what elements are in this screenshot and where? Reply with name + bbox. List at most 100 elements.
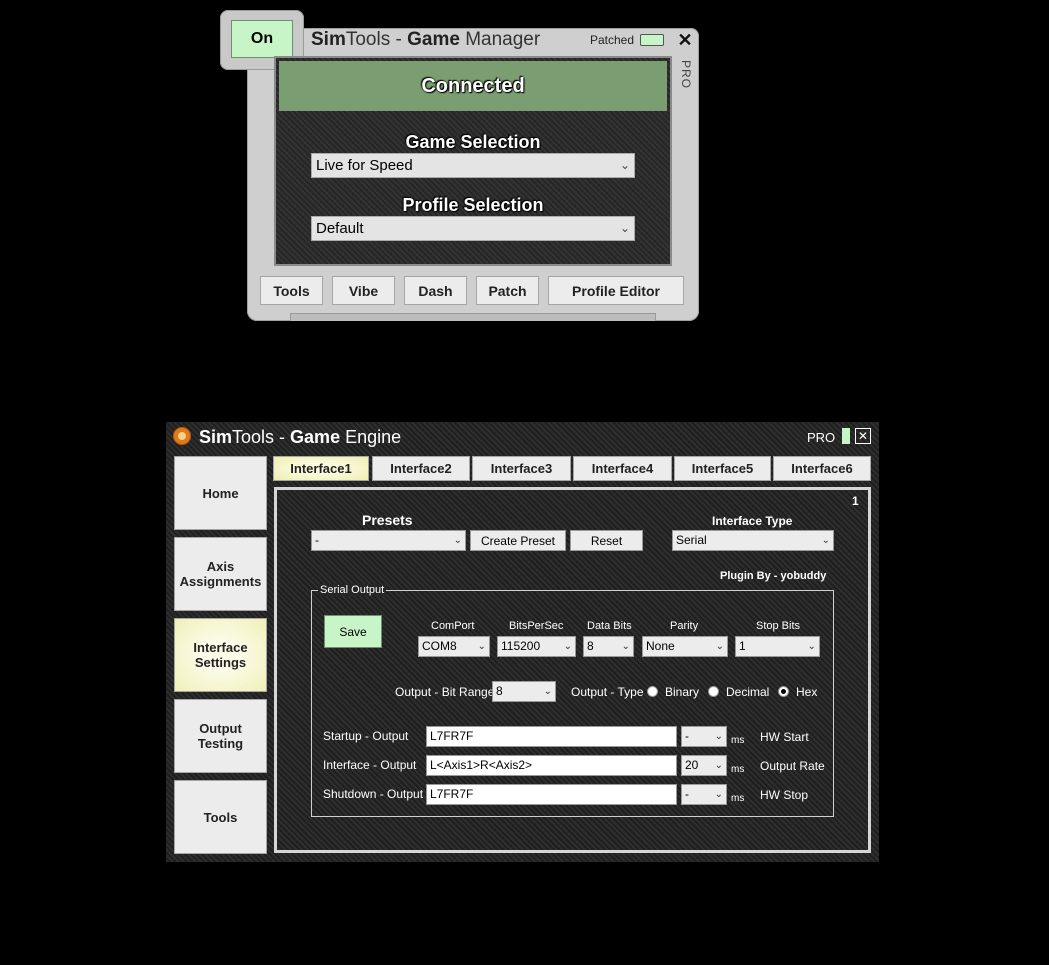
shutdown-output-input[interactable]: L7FR7F — [426, 784, 677, 805]
bitspersec-label: BitsPerSec — [509, 620, 564, 632]
chevron-down-icon: ⌄ — [563, 641, 572, 652]
serial-output-legend: Serial Output — [318, 584, 387, 596]
presets-value: - — [315, 533, 319, 547]
bitspersec-value: 115200 — [501, 639, 541, 653]
nav-interface-settings[interactable]: Interface Settings — [174, 618, 267, 692]
parity-dropdown[interactable]: None ⌄ — [642, 636, 728, 657]
bitspersec-dropdown[interactable]: 115200 ⌄ — [497, 636, 576, 657]
decimal-radio[interactable] — [708, 686, 719, 697]
comport-dropdown[interactable]: COM8 ⌄ — [418, 636, 490, 657]
startup-output-input[interactable]: L7FR7F — [426, 726, 677, 747]
output-rate-label: Output Rate — [760, 759, 825, 773]
interface-type-dropdown[interactable]: Serial ⌄ — [672, 530, 834, 551]
bottom-drawer-handle[interactable] — [290, 313, 656, 321]
hw-start-label: HW Start — [760, 730, 809, 744]
interface-type-value: Serial — [676, 533, 707, 547]
stopbits-value: 1 — [739, 639, 746, 653]
startup-ms-value: - — [685, 729, 689, 743]
stopbits-dropdown[interactable]: 1 ⌄ — [735, 636, 820, 657]
chevron-down-icon: ⌄ — [714, 731, 723, 742]
reset-button[interactable]: Reset — [570, 530, 643, 551]
presets-label: Presets — [362, 512, 413, 528]
dash-button[interactable]: Dash — [404, 276, 467, 305]
tab-interface3[interactable]: Interface3 — [472, 456, 571, 481]
startup-ms-dropdown[interactable]: - ⌄ — [681, 726, 727, 747]
patched-label: Patched — [590, 33, 635, 47]
chevron-down-icon: ⌄ — [714, 789, 723, 800]
databits-dropdown[interactable]: 8 ⌄ — [583, 636, 634, 657]
bit-range-dropdown[interactable]: 8 ⌄ — [492, 681, 556, 702]
close-icon[interactable]: ✕ — [855, 428, 871, 444]
parity-label: Parity — [670, 620, 699, 632]
tab-interface6[interactable]: Interface6 — [773, 456, 871, 481]
tab-interface4[interactable]: Interface4 — [573, 456, 672, 481]
databits-label: Data Bits — [587, 620, 632, 632]
connection-status: Connected — [279, 61, 667, 111]
nav-output-testing[interactable]: Output Testing — [174, 699, 267, 773]
status-indicator-led — [842, 428, 850, 444]
ms-unit: ms — [731, 793, 745, 804]
chevron-down-icon: ⌄ — [619, 221, 630, 235]
comport-value: COM8 — [422, 639, 457, 653]
profile-selection-label: Profile Selection — [402, 195, 544, 215]
game-selection-label: Game Selection — [405, 132, 541, 152]
shutdown-output-label: Shutdown - Output — [323, 787, 424, 801]
create-preset-button[interactable]: Create Preset — [470, 530, 566, 551]
binary-radio-label: Binary — [665, 685, 700, 699]
interface-ms-value: 20 — [685, 758, 699, 772]
ms-unit: ms — [731, 764, 745, 775]
output-type-label: Output - Type — [571, 685, 644, 699]
comport-label: ComPort — [431, 620, 475, 632]
chevron-down-icon: ⌄ — [714, 760, 723, 771]
nav-home[interactable]: Home — [174, 456, 267, 530]
patch-button[interactable]: Patch — [476, 276, 539, 305]
presets-dropdown[interactable]: - ⌄ — [311, 530, 466, 551]
interface-output-input[interactable]: L<Axis1>R<Axis2> — [426, 755, 677, 776]
interface-number: 1 — [852, 494, 859, 508]
interface-type-label: Interface Type — [712, 514, 793, 528]
profile-editor-button[interactable]: Profile Editor — [548, 276, 684, 305]
bit-range-label: Output - Bit Range — [395, 685, 495, 699]
tab-interface5[interactable]: Interface5 — [674, 456, 771, 481]
game-selection-dropdown[interactable]: Live for Speed ⌄ — [311, 153, 635, 178]
game-selection-value: Live for Speed — [316, 157, 413, 174]
save-button[interactable]: Save — [324, 615, 382, 648]
chevron-down-icon: ⌄ — [821, 535, 830, 546]
nav-tools[interactable]: Tools — [174, 780, 267, 854]
stopbits-label: Stop Bits — [756, 620, 801, 632]
profile-selection-dropdown[interactable]: Default ⌄ — [311, 216, 635, 241]
chevron-down-icon: ⌄ — [807, 641, 816, 652]
hex-radio-label: Hex — [796, 685, 818, 699]
chevron-down-icon: ⌄ — [621, 641, 630, 652]
tools-button[interactable]: Tools — [260, 276, 323, 305]
chevron-down-icon: ⌄ — [715, 641, 724, 652]
game-manager-title: SimTools - Game Manager — [311, 29, 541, 50]
interface-output-label: Interface - Output — [323, 758, 417, 772]
ms-unit: ms — [731, 735, 745, 746]
shutdown-ms-value: - — [685, 787, 689, 801]
hw-stop-label: HW Stop — [760, 788, 809, 802]
tab-interface1[interactable]: Interface1 — [273, 456, 369, 481]
on-toggle-button[interactable]: On — [231, 20, 293, 58]
shutdown-ms-dropdown[interactable]: - ⌄ — [681, 784, 727, 805]
startup-output-label: Startup - Output — [323, 729, 409, 743]
game-engine-title: SimTools - Game Engine — [199, 427, 402, 447]
pro-label: PRO — [807, 430, 836, 445]
databits-value: 8 — [587, 639, 594, 653]
hex-radio[interactable] — [778, 686, 789, 697]
profile-selection-value: Default — [316, 220, 364, 237]
tab-interface2[interactable]: Interface2 — [372, 456, 470, 481]
close-icon[interactable]: ✕ — [676, 30, 694, 52]
nav-axis-assignments[interactable]: Axis Assignments — [174, 537, 267, 611]
plugin-author: Plugin By - yobuddy — [720, 570, 827, 582]
parity-value: None — [646, 639, 675, 653]
pro-label: PRO — [679, 60, 693, 90]
patched-indicator-led — [640, 34, 664, 46]
bit-range-value: 8 — [496, 684, 503, 698]
interface-ms-dropdown[interactable]: 20 ⌄ — [681, 755, 727, 776]
vibe-button[interactable]: Vibe — [332, 276, 395, 305]
binary-radio[interactable] — [647, 686, 658, 697]
chevron-down-icon: ⌄ — [477, 641, 486, 652]
chevron-down-icon: ⌄ — [543, 686, 552, 697]
simtools-logo-icon — [173, 427, 191, 445]
